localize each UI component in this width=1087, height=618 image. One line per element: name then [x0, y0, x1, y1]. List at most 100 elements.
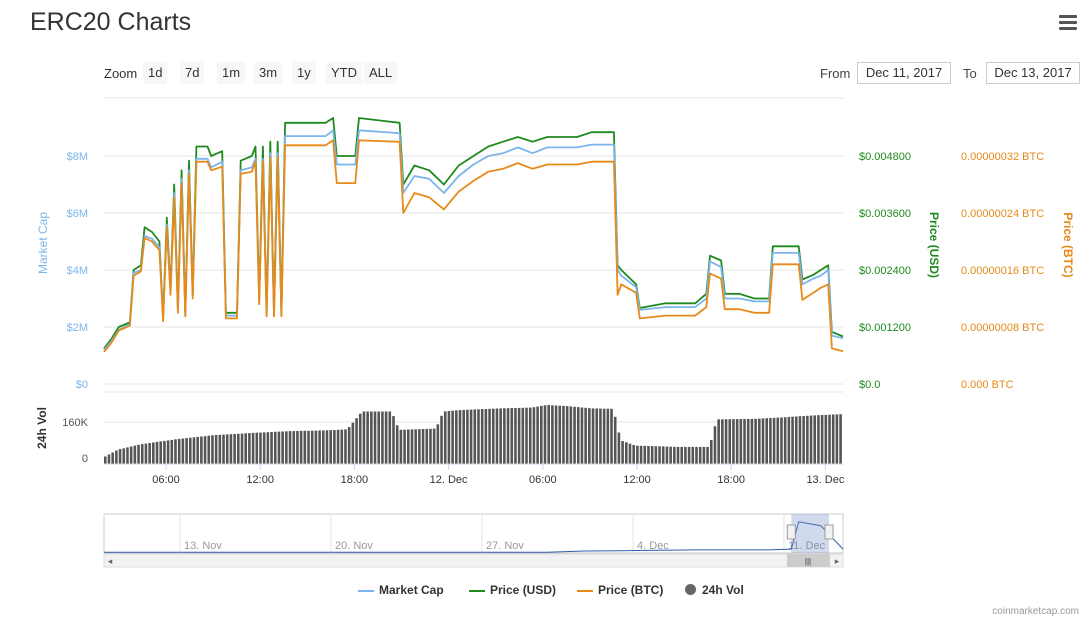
volume-bar: [262, 432, 266, 464]
volume-bar: [617, 432, 621, 464]
legend-item-market-cap[interactable]: Market Cap: [358, 583, 444, 597]
volume-bar: [647, 446, 650, 464]
volume-bar: [347, 427, 351, 464]
volume-bar: [299, 430, 303, 464]
volume-bar: [406, 429, 410, 464]
volume-bar: [517, 407, 521, 464]
volume-bar: [418, 429, 421, 464]
volume-bar: [370, 411, 373, 464]
y-tick-label-price-usd: $0.004800: [859, 151, 911, 163]
scroll-left-arrow-icon: ◂: [108, 556, 113, 566]
volume-bar: [152, 442, 155, 464]
volume-bar: [491, 408, 495, 464]
volume-bar: [466, 409, 469, 464]
volume-bar: [455, 410, 458, 464]
legend-item-24h-vol[interactable]: 24h Vol: [685, 583, 744, 597]
x-tick-label: 13. Dec: [806, 474, 844, 486]
y-tick-label-price-btc: 0.00000032 BTC: [961, 151, 1044, 163]
volume-bar: [281, 431, 284, 464]
y-axis-title-volume: 24h Vol: [35, 407, 49, 449]
volume-bar: [628, 443, 632, 464]
x-tick-label: 18:00: [341, 474, 369, 486]
volume-bar: [144, 443, 148, 464]
volume-bar: [599, 408, 602, 464]
volume-bar: [691, 446, 695, 464]
volume-bar: [362, 411, 366, 464]
volume-bar: [255, 432, 259, 464]
volume-bar: [177, 438, 181, 464]
y-axis-title-price-btc: Price (BTC): [1061, 212, 1075, 277]
volume-bar: [469, 409, 473, 464]
volume-bar: [259, 432, 262, 464]
volume-bar: [174, 439, 177, 464]
volume-bar: [595, 408, 599, 464]
volume-bar: [325, 430, 329, 464]
legend-item-price-usd[interactable]: Price (USD): [469, 583, 556, 597]
volume-bar: [695, 446, 698, 464]
legend-item-price-btc[interactable]: Price (BTC): [577, 583, 663, 597]
volume-bar: [111, 452, 114, 464]
volume-bar: [477, 409, 480, 464]
scroll-right-arrow-icon: ▸: [835, 556, 840, 566]
volume-bar: [528, 407, 532, 464]
volume-bar: [436, 424, 440, 464]
volume-bar: [159, 441, 163, 464]
y-axis-title-market-cap: Market Cap: [36, 212, 50, 274]
volume-bar: [181, 438, 185, 464]
volume-bar: [200, 436, 203, 464]
series-line-price-btc: [103, 139, 844, 353]
volume-bar: [432, 428, 436, 464]
y-tick-label-price-usd: $0.0: [859, 379, 880, 391]
volume-bar: [573, 406, 576, 464]
volume-bar: [480, 409, 484, 464]
navigator-selection: [791, 514, 829, 553]
volume-bar: [724, 419, 728, 464]
volume-bar: [565, 406, 569, 464]
volume-bar: [410, 429, 414, 464]
volume-bar: [277, 431, 281, 464]
volume-bar: [728, 419, 732, 464]
volume-bar: [669, 446, 672, 464]
volume-bar: [758, 418, 761, 464]
x-tick-label: 18:00: [717, 474, 745, 486]
volume-bar: [207, 435, 211, 464]
volume-bar: [414, 429, 417, 464]
volume-bar: [488, 408, 491, 464]
scrollbar-grip-icon: |||: [805, 557, 811, 566]
volume-bar: [126, 447, 129, 464]
volume-bar: [366, 411, 369, 464]
volume-bar: [709, 440, 713, 464]
volume-bar: [288, 431, 292, 464]
volume-bar: [636, 445, 639, 464]
volume-bar: [270, 432, 273, 464]
volume-bar: [506, 408, 510, 464]
volume-bar: [754, 418, 757, 464]
volume-bar: [403, 429, 406, 464]
volume-bar: [170, 439, 174, 464]
volume-bar: [661, 446, 665, 464]
credit-link[interactable]: coinmarketcap.com: [992, 606, 1079, 617]
volume-bar: [547, 405, 550, 464]
volume-bar: [333, 430, 336, 464]
volume-bar: [148, 443, 151, 464]
volume-bar: [499, 408, 502, 464]
volume-bar: [248, 433, 251, 464]
navigator-handle: [824, 524, 834, 540]
volume-bar: [399, 429, 403, 464]
volume-bar: [554, 405, 558, 464]
volume-bar: [285, 431, 288, 464]
volume-bar: [658, 446, 661, 464]
volume-bar: [384, 411, 388, 464]
volume-bar: [229, 434, 233, 464]
volume-bar: [329, 430, 332, 464]
volume-bar: [769, 418, 772, 464]
volume-bar: [798, 416, 802, 464]
volume-bar: [588, 408, 591, 464]
volume-bar: [222, 434, 225, 464]
volume-bar: [584, 407, 587, 464]
x-tick-label: 12. Dec: [430, 474, 468, 486]
volume-bar: [358, 413, 362, 464]
volume-bar: [562, 405, 565, 464]
volume-bar: [314, 430, 318, 464]
volume-bar: [251, 432, 255, 464]
